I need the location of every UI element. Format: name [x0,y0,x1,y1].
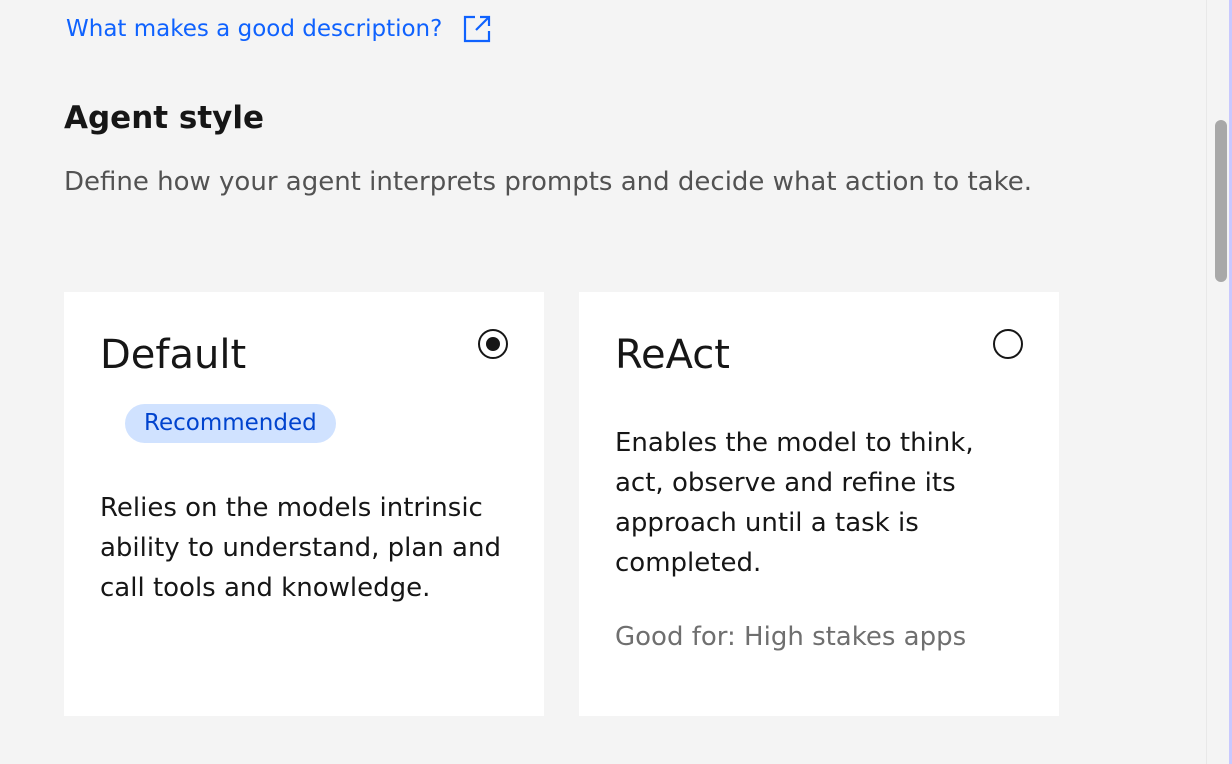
good-description-link-label: What makes a good description? [66,16,443,42]
launch-icon [464,15,491,43]
radio-button-default[interactable] [478,329,508,359]
section-title: Agent style [64,100,265,136]
option-title: Default [100,332,247,378]
section-description: Define how your agent interprets prompts… [64,167,1032,197]
good-description-link[interactable]: What makes a good description? [66,14,492,44]
option-title: ReAct [615,332,730,378]
recommended-tag: Recommended [125,404,336,443]
option-description: Relies on the models intrinsic ability t… [100,493,501,603]
good-for-text: Good for: High stakes apps [615,622,967,652]
agent-style-option-default[interactable]: Default Recommended Relies on the models… [64,292,544,716]
radio-button-react[interactable] [993,329,1023,359]
option-description: Enables the model to think, act, observe… [615,428,974,578]
scrollbar-thumb[interactable] [1215,120,1227,282]
agent-style-option-react[interactable]: ReAct Enables the model to think, act, o… [579,292,1059,716]
